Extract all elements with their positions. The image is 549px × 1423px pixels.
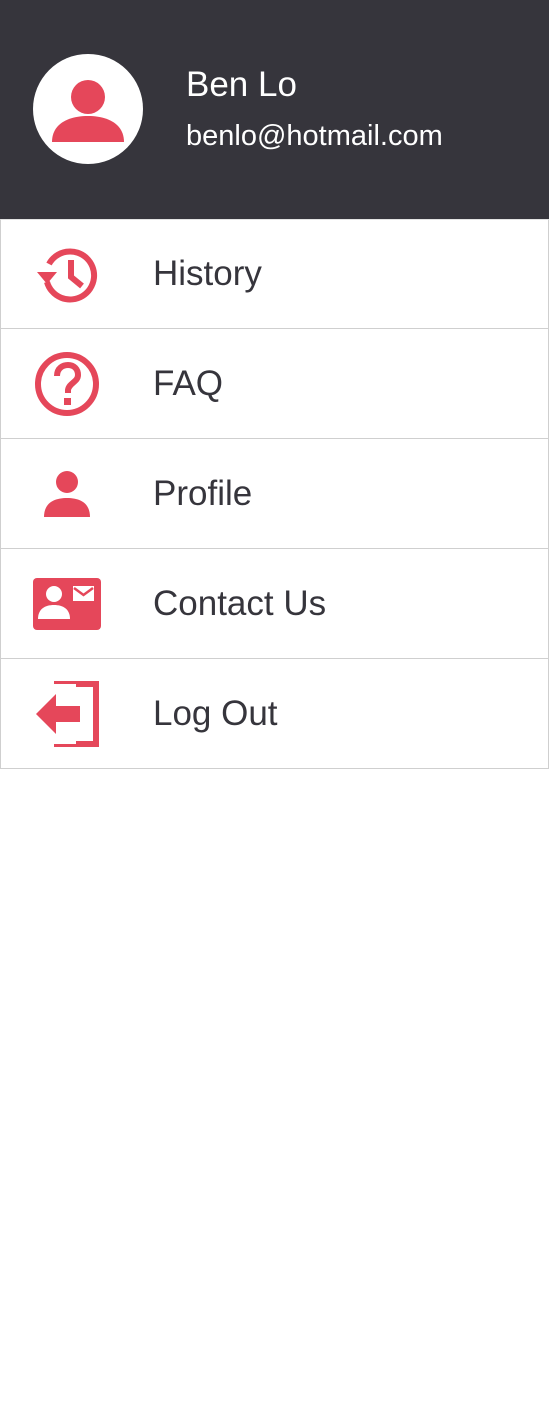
menu-item-faq[interactable]: FAQ xyxy=(0,329,549,439)
menu-item-history[interactable]: History xyxy=(0,219,549,329)
menu-item-contact-us[interactable]: Contact Us xyxy=(0,549,549,659)
avatar[interactable] xyxy=(33,54,143,164)
menu-item-log-out[interactable]: Log Out xyxy=(0,659,549,769)
user-name: Ben Lo xyxy=(186,65,297,104)
history-icon xyxy=(32,239,102,309)
menu-item-label: History xyxy=(153,254,262,293)
logout-icon xyxy=(32,679,102,749)
menu-item-profile[interactable]: Profile xyxy=(0,439,549,549)
user-email: benlo@hotmail.com xyxy=(186,120,443,152)
drawer-header: Ben Lo benlo@hotmail.com xyxy=(0,0,549,219)
person-icon xyxy=(52,80,124,142)
question-circle-icon xyxy=(32,349,102,419)
contact-card-icon xyxy=(32,569,102,639)
menu-item-label: FAQ xyxy=(153,363,224,403)
person-icon xyxy=(32,459,102,529)
menu-item-label: Contact Us xyxy=(153,583,327,623)
menu-item-label: Profile xyxy=(153,473,253,513)
menu-item-label: Log Out xyxy=(153,693,278,733)
drawer-menu: History FAQ Profile Contact Us Log Out xyxy=(0,219,549,769)
